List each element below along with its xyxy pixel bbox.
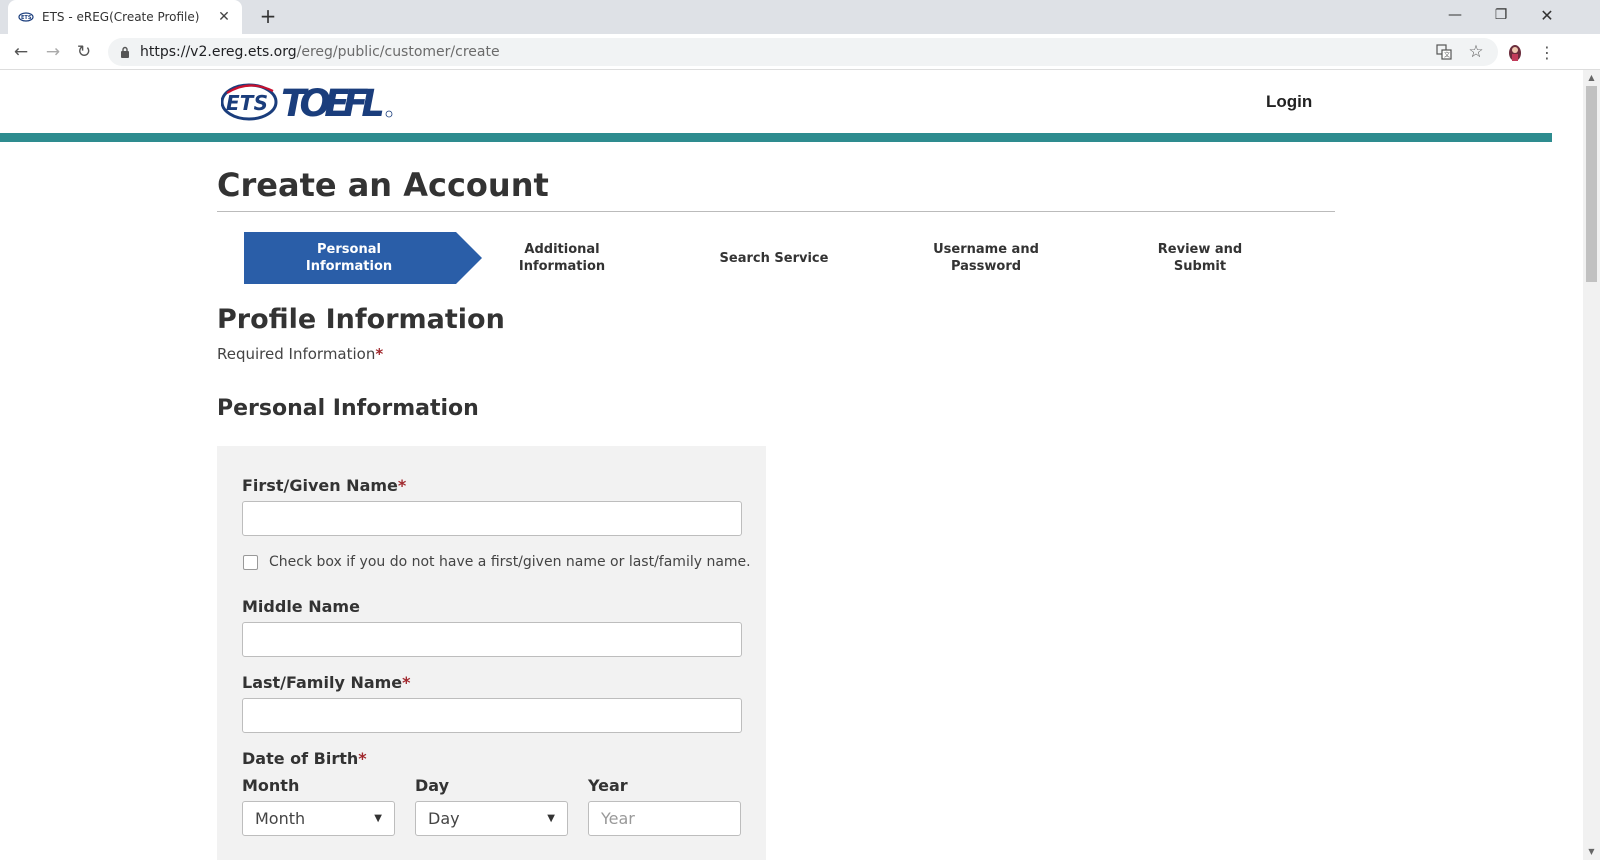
translate-icon[interactable]: 文 [1434, 42, 1454, 62]
progress-steps: Personal Information Additional Informat… [244, 232, 1334, 284]
step-label: Search Service [719, 250, 829, 266]
title-divider [217, 211, 1335, 212]
year-input[interactable]: Year [588, 801, 741, 836]
address-toolbar: ← → ↻ https://v2.ereg.ets.org/ereg/publi… [0, 34, 1600, 70]
url-host: https://v2.ereg.ets.org [140, 44, 297, 60]
no-name-checkbox-label: Check box if you do not have a first/giv… [269, 554, 751, 570]
step-label: Review and Submit [1157, 242, 1243, 274]
page-scrollbar[interactable]: ▲ ▼ [1583, 70, 1600, 860]
forward-icon[interactable]: → [41, 40, 65, 64]
day-select[interactable]: Day ▼ [415, 801, 568, 836]
profile-avatar[interactable] [1505, 42, 1525, 62]
ets-favicon-icon: ETS [18, 11, 34, 23]
window-close-icon[interactable]: ✕ [1524, 0, 1570, 30]
svg-text:文: 文 [1444, 51, 1450, 59]
dropdown-caret-icon: ▼ [547, 813, 555, 824]
no-name-checkbox[interactable] [243, 555, 258, 570]
step-label: Username and Password [933, 242, 1039, 274]
dropdown-caret-icon: ▼ [374, 813, 382, 824]
scroll-up-icon[interactable]: ▲ [1583, 70, 1600, 86]
tab-close-icon[interactable]: ✕ [216, 9, 232, 25]
month-label: Month [242, 776, 300, 795]
day-label: Day [415, 776, 450, 795]
header-accent-bar [0, 133, 1552, 142]
first-name-input[interactable] [242, 501, 742, 536]
month-select[interactable]: Month ▼ [242, 801, 395, 836]
svg-text:ETS: ETS [226, 91, 268, 115]
personal-info-form: First/Given Name* Check box if you do no… [217, 446, 766, 860]
middle-name-label: Middle Name [242, 597, 360, 616]
step-review-submit[interactable]: Review and Submit [1130, 232, 1270, 284]
step-username-password[interactable]: Username and Password [918, 232, 1054, 284]
back-icon[interactable]: ← [9, 40, 33, 64]
new-tab-button[interactable]: + [256, 5, 280, 29]
page-title: Create an Account [217, 166, 549, 204]
site-header: ETS TOEFL Login [0, 70, 1552, 134]
url-path: /ereg/public/customer/create [296, 44, 500, 60]
bookmark-star-icon[interactable]: ☆ [1466, 42, 1486, 62]
minimize-icon[interactable]: — [1432, 0, 1478, 30]
browser-menu-icon[interactable]: ⋮ [1537, 42, 1557, 62]
step-additional-information[interactable]: Additional Information [494, 232, 630, 284]
scroll-thumb[interactable] [1586, 86, 1597, 282]
dob-label: Date of Birth* [242, 749, 367, 768]
lock-icon [121, 46, 129, 58]
step-search-service[interactable]: Search Service [706, 232, 842, 284]
tab-title: ETS - eREG(Create Profile) [42, 10, 200, 24]
browser-tab-bar: ETS ETS - eREG(Create Profile) ✕ + — ❐ ✕ [0, 0, 1600, 34]
step-label: Additional Information [518, 242, 606, 274]
url-bar[interactable]: https://v2.ereg.ets.org/ereg/public/cust… [108, 38, 1498, 66]
year-label: Year [588, 776, 628, 795]
last-name-input[interactable] [242, 698, 742, 733]
restore-icon[interactable]: ❐ [1478, 0, 1524, 30]
section-title: Profile Information [217, 304, 505, 335]
reload-icon[interactable]: ↻ [72, 40, 96, 64]
svg-text:TOEFL: TOEFL [281, 82, 385, 123]
step-label: Personal Information [305, 242, 393, 274]
required-asterisk: * [375, 345, 384, 363]
middle-name-input[interactable] [242, 622, 742, 657]
browser-tab[interactable]: ETS ETS - eREG(Create Profile) ✕ [8, 0, 242, 34]
required-note: Required Information* [217, 345, 384, 363]
svg-text:ETS: ETS [21, 15, 32, 21]
scroll-down-icon[interactable]: ▼ [1583, 844, 1600, 860]
login-link[interactable]: Login [1266, 92, 1312, 112]
page-content: ETS TOEFL Login Create an Account Person… [0, 70, 1552, 860]
step-personal-information[interactable]: Personal Information [244, 232, 482, 284]
subsection-title: Personal Information [217, 396, 479, 421]
first-name-label: First/Given Name* [242, 476, 407, 495]
last-name-label: Last/Family Name* [242, 673, 411, 692]
ets-toefl-logo[interactable]: ETS TOEFL [221, 81, 393, 123]
